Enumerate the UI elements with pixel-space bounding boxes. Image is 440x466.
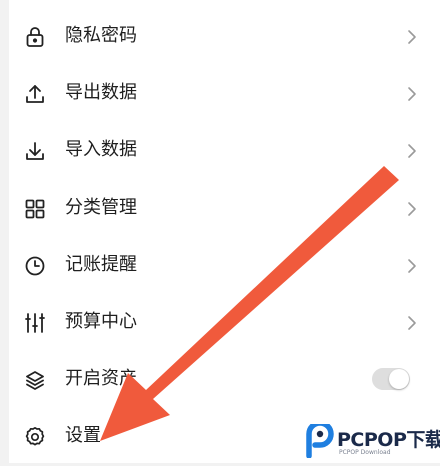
lock-icon	[23, 25, 47, 49]
menu-item-enable-assets: 开启资产	[9, 352, 440, 409]
menu-item-label: 预算中心	[65, 311, 137, 332]
menu-item-bookkeeping-reminder[interactable]: 记账提醒	[9, 238, 440, 295]
menu-item-label: 隐私密码	[65, 25, 137, 46]
download-icon	[23, 139, 47, 163]
upload-icon	[23, 82, 47, 106]
chevron-right-icon	[406, 142, 418, 160]
toggle-knob	[389, 369, 409, 389]
gear-icon	[23, 425, 47, 449]
menu-item-label: 导入数据	[65, 139, 137, 160]
menu-item-import-data[interactable]: 导入数据	[9, 123, 440, 180]
menu-item-privacy-password[interactable]: 隐私密码	[9, 9, 440, 66]
menu-item-label: 分类管理	[65, 197, 137, 218]
menu-item-label: 记账提醒	[65, 254, 137, 275]
grid-icon	[23, 197, 47, 221]
chevron-right-icon	[406, 257, 418, 275]
menu-item-label: 导出数据	[65, 82, 137, 103]
watermark: PCPOP下载 PCPOP Download	[305, 422, 440, 463]
menu-item-category-management[interactable]: 分类管理	[9, 181, 440, 238]
chevron-right-icon	[406, 314, 418, 332]
sliders-icon	[23, 311, 47, 335]
menu-item-export-data[interactable]: 导出数据	[9, 66, 440, 123]
layers-icon	[23, 368, 47, 392]
menu-item-budget-center[interactable]: 预算中心	[9, 295, 440, 352]
menu-item-label: 开启资产	[65, 368, 137, 389]
menu-item-label: 设置	[65, 425, 101, 446]
pcpop-logo-icon	[306, 424, 334, 458]
watermark-tagline: PCPOP Download	[339, 449, 391, 456]
clock-icon	[23, 254, 47, 278]
assets-toggle[interactable]	[372, 368, 410, 390]
chevron-right-icon	[406, 200, 418, 218]
chevron-right-icon	[406, 85, 418, 103]
chevron-right-icon	[406, 28, 418, 46]
watermark-brand: PCPOP下载	[337, 429, 440, 451]
